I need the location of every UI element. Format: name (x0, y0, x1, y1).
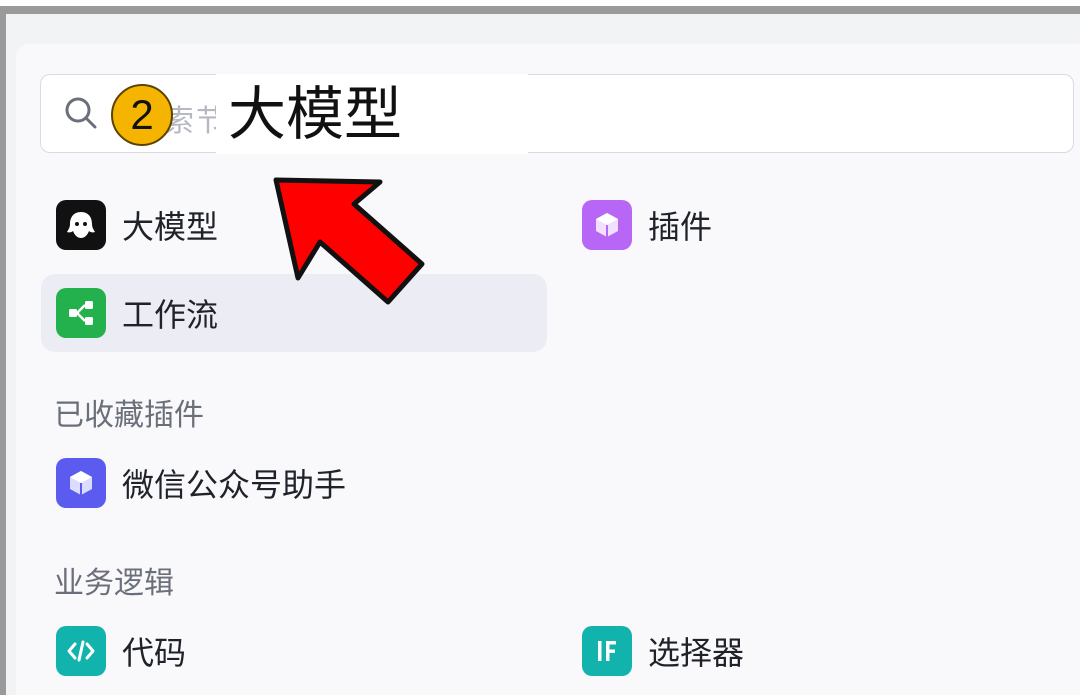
node-label: 代码 (122, 634, 187, 672)
code-icon (56, 626, 106, 676)
step-number-badge: 2 (111, 84, 173, 146)
plugin-cube-icon (56, 458, 106, 508)
node-label: 微信公众号助手 (122, 466, 347, 504)
llm-icon (56, 200, 106, 250)
node-item-code[interactable]: 代码 (56, 612, 536, 690)
node-label: 插件 (648, 208, 713, 246)
plugin-cube-icon (582, 200, 632, 250)
node-item-selector[interactable]: 选择器 (582, 612, 1062, 690)
search-icon (65, 97, 97, 129)
node-label: 工作流 (122, 296, 219, 334)
typed-search-text: 大模型 (228, 80, 403, 148)
annotation-arrow (273, 177, 425, 305)
favorite-plugin-item[interactable]: 微信公众号助手 (56, 444, 536, 522)
node-item-plugin[interactable]: 插件 (582, 186, 1062, 264)
if-icon (582, 626, 632, 676)
node-label: 大模型 (122, 208, 219, 246)
section-title-favorites: 已收藏插件 (54, 398, 204, 433)
section-title-logic: 业务逻辑 (54, 566, 174, 601)
workflow-icon (56, 288, 106, 338)
node-label: 选择器 (648, 634, 745, 672)
